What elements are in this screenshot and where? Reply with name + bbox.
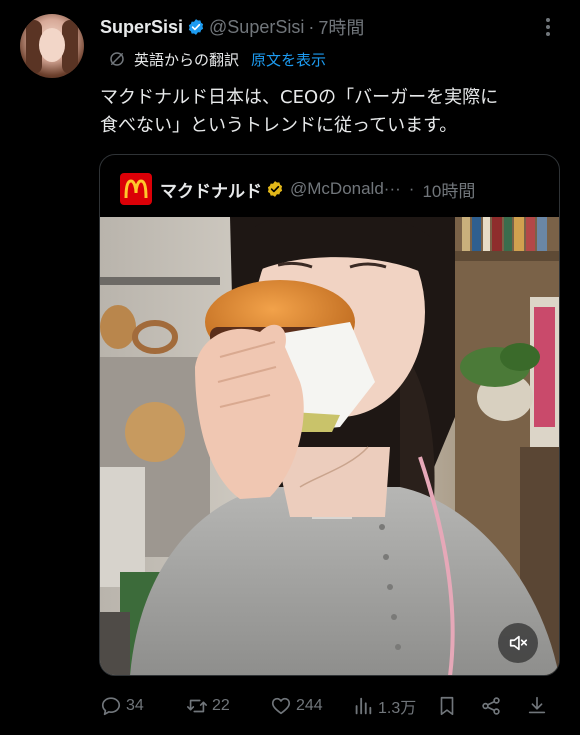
like-button[interactable]: 244	[270, 690, 323, 722]
share-icon	[482, 697, 500, 715]
header-separator: ·	[308, 16, 315, 37]
quoted-tweet-header: マクドナルド @McDonald··· · 10時間	[120, 173, 475, 205]
like-count: 244	[296, 697, 323, 714]
quoted-time[interactable]: 10時間	[422, 177, 475, 202]
heart-icon	[271, 697, 291, 715]
gold-verified-badge-icon	[267, 181, 283, 197]
translation-row: 英語からの翻訳 原文を表示	[108, 48, 326, 70]
author-handle[interactable]: @SuperSisi	[209, 17, 304, 38]
repost-count: 22	[212, 697, 230, 714]
verified-badge-icon	[188, 19, 204, 35]
bookmark-button[interactable]	[436, 690, 458, 722]
tweet: SuperSisi @SuperSisi · 7時間 英語からの翻訳 原文を表示…	[0, 0, 580, 735]
quoted-author-handle[interactable]: @McDonald···	[290, 179, 401, 199]
download-button[interactable]	[526, 690, 548, 722]
video-frame-image	[100, 217, 559, 675]
golden-arches-icon	[124, 179, 148, 199]
quoted-tweet[interactable]: マクドナルド @McDonald··· · 10時間	[99, 154, 560, 676]
quoted-author-name[interactable]: マクドナルド	[160, 177, 262, 202]
translate-icon	[110, 52, 124, 66]
tweet-time[interactable]: 7時間	[318, 14, 364, 40]
reply-icon	[101, 697, 121, 716]
share-button[interactable]	[480, 690, 502, 722]
volume-mute-icon	[509, 635, 528, 651]
action-bar: 34 22 244 1.3万	[100, 690, 562, 722]
more-vertical-icon[interactable]	[538, 16, 558, 38]
views-count: 1.3万	[378, 700, 417, 717]
tweet-text: マクドナルド日本は、CEOの「バーガーを実際に 食べない」というトレンドに従って…	[100, 87, 499, 136]
quoted-separator: ·	[408, 179, 415, 198]
mcdonalds-logo[interactable]	[120, 173, 152, 205]
avatar[interactable]	[20, 14, 84, 78]
download-icon	[528, 696, 546, 714]
avatar-face	[39, 28, 65, 62]
tweet-header: SuperSisi @SuperSisi · 7時間	[100, 14, 364, 40]
analytics-icon	[355, 697, 372, 715]
bookmark-icon	[440, 696, 454, 716]
reply-button[interactable]: 34	[100, 690, 144, 722]
views-button[interactable]: 1.3万	[352, 690, 416, 722]
translation-label: 英語からの翻訳	[134, 50, 240, 69]
author-name[interactable]: SuperSisi	[100, 17, 183, 38]
mute-button[interactable]	[498, 623, 538, 663]
video-media[interactable]	[100, 217, 559, 675]
repost-button[interactable]: 22	[186, 690, 230, 722]
repost-icon	[187, 699, 207, 713]
reply-count: 34	[126, 697, 144, 714]
show-original-link[interactable]: 原文を表示	[251, 49, 326, 70]
